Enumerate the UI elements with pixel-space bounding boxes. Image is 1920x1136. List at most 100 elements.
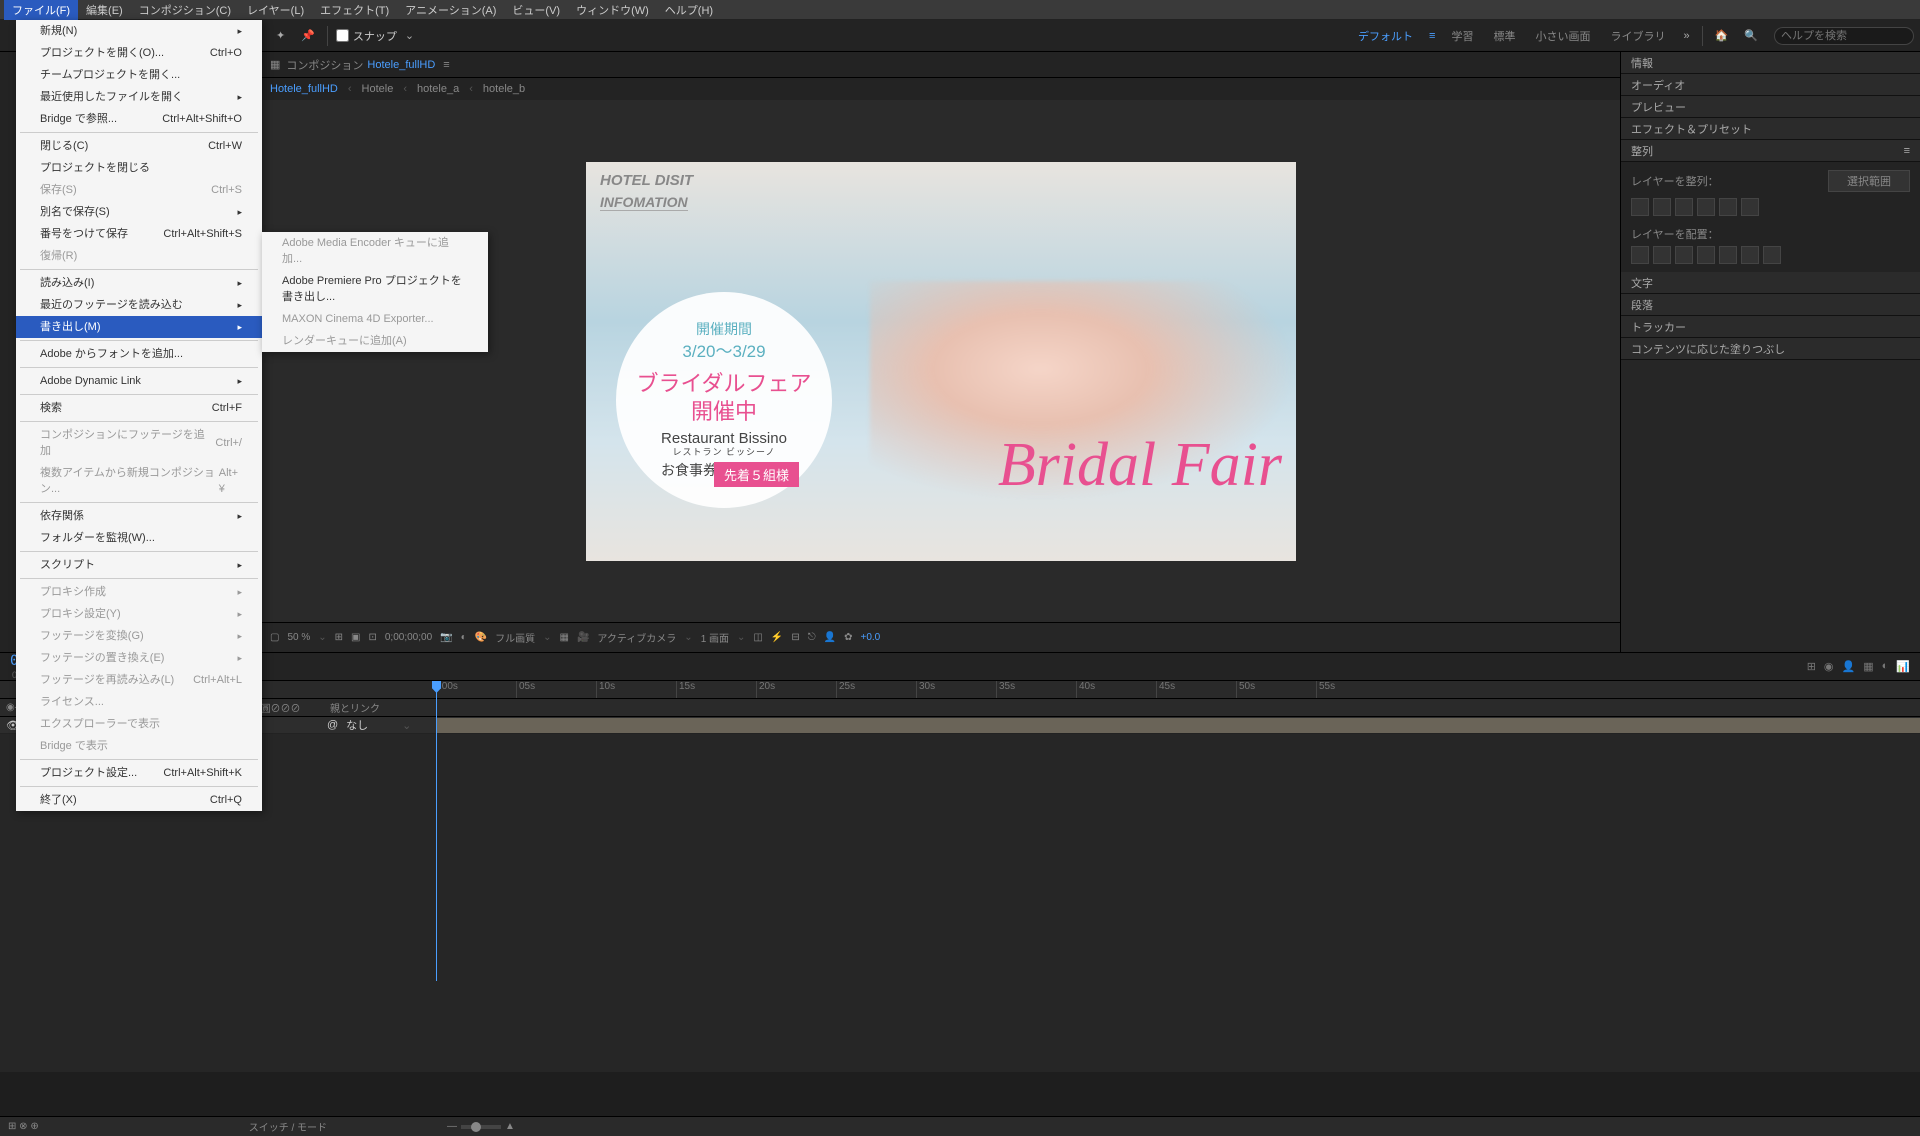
draft3d-toggle-icon[interactable]: ◉ — [1824, 660, 1834, 673]
hide-shy-icon[interactable]: 👤 — [1842, 660, 1856, 673]
menu-edit[interactable]: 編集(E) — [78, 0, 131, 20]
menu-item[interactable]: フッテージを変換(G) — [16, 625, 262, 647]
grid-icon[interactable]: ⊡ — [368, 632, 376, 643]
distribute-button[interactable] — [1763, 246, 1781, 264]
comp-tab-name[interactable]: Hotele_fullHD — [367, 59, 435, 71]
align-h-center-button[interactable] — [1653, 198, 1671, 216]
menu-animation[interactable]: アニメーション(A) — [397, 0, 504, 20]
timecode-display[interactable]: 0;00;00;00 — [385, 632, 432, 643]
parent-dropdown[interactable]: なし — [346, 717, 368, 733]
menu-item[interactable]: 依存関係 — [16, 505, 262, 527]
menu-item[interactable]: Adobe Dynamic Link — [16, 370, 262, 392]
distribute-button[interactable] — [1741, 246, 1759, 264]
menu-item[interactable]: 複数アイテムから新規コンポジション...Alt+¥ — [16, 462, 262, 500]
transparency-icon[interactable]: ▦ — [559, 632, 568, 643]
breadcrumb-item[interactable]: hotele_b — [483, 83, 525, 95]
zoom-out-icon[interactable]: — — [447, 1121, 457, 1132]
menu-item[interactable]: フッテージを再読み込み(L)Ctrl+Alt+L — [16, 669, 262, 691]
menu-item[interactable]: Bridge で参照...Ctrl+Alt+Shift+O — [16, 108, 262, 130]
submenu-item[interactable]: レンダーキューに追加(A) — [262, 330, 488, 352]
menu-item[interactable]: 検索Ctrl+F — [16, 397, 262, 419]
distribute-button[interactable] — [1675, 246, 1693, 264]
menu-item[interactable]: 最近使用したファイルを開く — [16, 86, 262, 108]
resolution-dropdown[interactable]: フル画質 — [495, 630, 535, 645]
menu-item[interactable]: 書き出し(M) — [16, 316, 262, 338]
layer-row[interactable]: 👁 › 1 Hotele ⊕ / @ なし ⌄ — [0, 717, 1920, 734]
chevron-down-icon[interactable]: ⌄ — [402, 719, 411, 732]
camera-dropdown[interactable]: アクティブカメラ — [597, 630, 676, 645]
panel-preview[interactable]: プレビュー — [1621, 96, 1920, 118]
menu-item[interactable]: 最近のフッテージを読み込む — [16, 294, 262, 316]
submenu-item[interactable]: MAXON Cinema 4D Exporter... — [262, 308, 488, 330]
menu-item[interactable]: チームプロジェクトを開く... — [16, 64, 262, 86]
menu-view[interactable]: ビュー(V) — [504, 0, 568, 20]
panel-info[interactable]: 情報 — [1621, 52, 1920, 74]
align-to-dropdown[interactable]: 選択範囲 — [1828, 170, 1910, 192]
snapshot-icon[interactable]: 📷 — [440, 632, 452, 643]
graph-editor-icon[interactable]: 📊 — [1896, 660, 1910, 673]
snap-options-icon[interactable]: ⌄ — [397, 25, 422, 46]
puppet-icon[interactable]: 📌 — [293, 25, 323, 46]
3d-view-icon[interactable]: 🎥 — [577, 632, 589, 643]
switches-mode-label[interactable]: スイッチ / モード — [249, 1119, 327, 1134]
submenu-item[interactable]: Adobe Media Encoder キューに追加... — [262, 232, 488, 270]
motion-blur-icon[interactable]: ◐ — [1882, 660, 1889, 673]
comp-mini-flowchart-icon[interactable]: ⊞ — [1807, 660, 1816, 673]
menu-layer[interactable]: レイヤー(L) — [239, 0, 312, 20]
menu-file[interactable]: ファイル(F) — [4, 0, 78, 20]
menu-window[interactable]: ウィンドウ(W) — [568, 0, 657, 20]
zoom-in-icon[interactable]: ▲ — [505, 1121, 515, 1132]
rotobrush-icon[interactable]: ✦ — [268, 25, 293, 46]
menu-item[interactable]: Adobe からフォントを追加... — [16, 343, 262, 365]
distribute-button[interactable] — [1653, 246, 1671, 264]
flowchart-icon[interactable]: ⎋ — [808, 632, 816, 643]
timeline-zoom-slider[interactable] — [461, 1125, 501, 1129]
render-time-icon[interactable]: 👤 — [824, 632, 836, 643]
menu-item[interactable]: 番号をつけて保存Ctrl+Alt+Shift+S — [16, 223, 262, 245]
fast-previews-icon[interactable]: ⚡ — [771, 632, 783, 643]
layer-controls-icon[interactable]: ▦ — [270, 58, 280, 71]
home-icon[interactable]: 🏠 — [1707, 25, 1737, 46]
parent-pickwhip-icon[interactable]: @ — [327, 719, 338, 731]
menu-item[interactable]: プロジェクト設定...Ctrl+Alt+Shift+K — [16, 762, 262, 784]
menu-item[interactable]: フォルダーを監視(W)... — [16, 527, 262, 549]
menu-item[interactable]: ライセンス... — [16, 691, 262, 713]
align-bottom-button[interactable] — [1741, 198, 1759, 216]
panel-character[interactable]: 文字 — [1621, 272, 1920, 294]
timeline-ruler[interactable]: :00s 05s 10s 15s 20s 25s 30s 35s 40s 45s… — [0, 681, 1920, 699]
workspace-overflow-icon[interactable]: » — [1675, 26, 1697, 46]
workspace-menu-icon[interactable]: ≡ — [1423, 30, 1441, 42]
composition-viewport[interactable]: HOTEL DISIT INFOMATION 開催期間 3/20～3/29 ブラ… — [262, 100, 1620, 622]
menu-item[interactable]: 新規(N) — [16, 20, 262, 42]
menu-item[interactable]: プロキシ設定(Y) — [16, 603, 262, 625]
menu-item[interactable]: 閉じる(C)Ctrl+W — [16, 135, 262, 157]
workspace-standard[interactable]: 標準 — [1483, 24, 1525, 48]
roi-icon[interactable]: ▣ — [351, 632, 360, 643]
toggle-switches-icon[interactable]: ⊞ ⊗ ⊕ — [8, 1121, 39, 1132]
menu-item[interactable]: プロジェクトを閉じる — [16, 157, 262, 179]
menu-item[interactable]: 別名で保存(S) — [16, 201, 262, 223]
distribute-button[interactable] — [1697, 246, 1715, 264]
distribute-button[interactable] — [1719, 246, 1737, 264]
workspace-default[interactable]: デフォルト — [1348, 24, 1423, 48]
magnification-dropdown[interactable]: 50 % — [287, 632, 310, 643]
breadcrumb-root[interactable]: Hotele_fullHD — [270, 83, 338, 95]
workspace-small[interactable]: 小さい画面 — [1525, 24, 1600, 48]
exposure-value[interactable]: +0.0 — [860, 632, 880, 643]
panel-content-aware[interactable]: コンテンツに応じた塗りつぶし — [1621, 338, 1920, 360]
draft3d-icon[interactable]: ✿ — [844, 632, 852, 643]
help-search-input[interactable] — [1774, 27, 1914, 45]
menu-item[interactable]: 保存(S)Ctrl+S — [16, 179, 262, 201]
align-left-button[interactable] — [1631, 198, 1649, 216]
show-channel-icon[interactable]: ◐ — [461, 632, 467, 643]
panel-tracker[interactable]: トラッカー — [1621, 316, 1920, 338]
menu-composition[interactable]: コンポジション(C) — [131, 0, 239, 20]
menu-effect[interactable]: エフェクト(T) — [312, 0, 397, 20]
distribute-button[interactable] — [1631, 246, 1649, 264]
menu-item[interactable]: 読み込み(I) — [16, 272, 262, 294]
menu-item[interactable]: スクリプト — [16, 554, 262, 576]
menu-item[interactable]: Bridge で表示 — [16, 735, 262, 757]
panel-menu-icon[interactable]: ≡ — [1904, 145, 1910, 157]
layer-duration-bar[interactable] — [436, 718, 1920, 733]
panel-audio[interactable]: オーディオ — [1621, 74, 1920, 96]
